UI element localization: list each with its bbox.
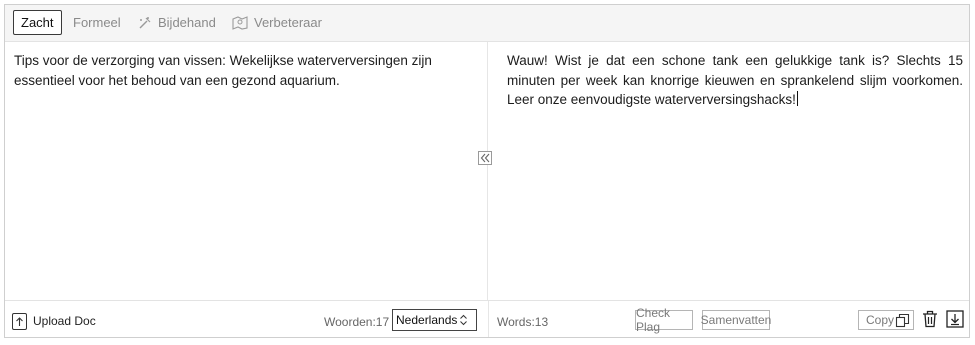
check-plag-button[interactable]: Check Plag: [635, 306, 693, 334]
output-text-content: Wauw! Wist je dat een schone tank een ge…: [507, 53, 963, 107]
output-word-count: Words:13: [497, 315, 549, 329]
tab-label: Formeel: [73, 15, 121, 30]
copy-label: Copy: [866, 313, 895, 327]
text-cursor: [796, 91, 798, 106]
footer-divider: [488, 301, 489, 337]
upload-doc-button[interactable]: Upload Doc: [12, 311, 96, 331]
magic-wand-icon: [139, 16, 151, 28]
language-value: Nederlands: [396, 313, 458, 327]
input-word-count: Woorden:17: [324, 315, 390, 329]
summarize-button[interactable]: Samenvatten: [700, 310, 772, 330]
tab-label: Verbeteraar: [254, 15, 322, 30]
footer-bar: Upload Doc Woorden:17 Nederlands Words:1…: [5, 300, 969, 337]
tab-label: Zacht: [21, 15, 54, 30]
up-down-chevron-icon: [460, 314, 467, 326]
input-pane: Tips voor de verzorging van vissen: Weke…: [5, 42, 488, 300]
delete-button[interactable]: [920, 309, 940, 329]
output-pane: Wauw! Wist je dat een schone tank een ge…: [489, 42, 969, 300]
mode-tab-bar: Zacht Formeel Bijdehand Verbeteraar: [5, 5, 969, 42]
copy-icon: [895, 313, 910, 327]
download-button[interactable]: [945, 309, 965, 329]
input-text[interactable]: Tips voor de verzorging van vissen: Weke…: [14, 51, 464, 90]
tab-bijdehand[interactable]: Bijdehand: [138, 10, 216, 35]
tab-formeel[interactable]: Formeel: [73, 10, 121, 35]
tab-zacht[interactable]: Zacht: [13, 10, 62, 35]
trash-icon: [923, 310, 937, 328]
copy-button[interactable]: Copy: [858, 310, 914, 330]
output-text[interactable]: Wauw! Wist je dat een schone tank een ge…: [507, 51, 963, 110]
paraphraser-panel: Zacht Formeel Bijdehand Verbeteraar Tips…: [4, 4, 970, 338]
map-book-icon: [232, 15, 248, 30]
summarize-label: Samenvatten: [700, 313, 772, 327]
upload-icon: [12, 312, 27, 330]
tab-label: Bijdehand: [158, 15, 216, 30]
language-select[interactable]: Nederlands: [392, 309, 477, 331]
upload-label: Upload Doc: [33, 314, 96, 328]
tab-verbeteraar[interactable]: Verbeteraar: [232, 10, 322, 35]
check-plag-label: Check Plag: [636, 306, 671, 334]
download-icon: [946, 310, 964, 328]
